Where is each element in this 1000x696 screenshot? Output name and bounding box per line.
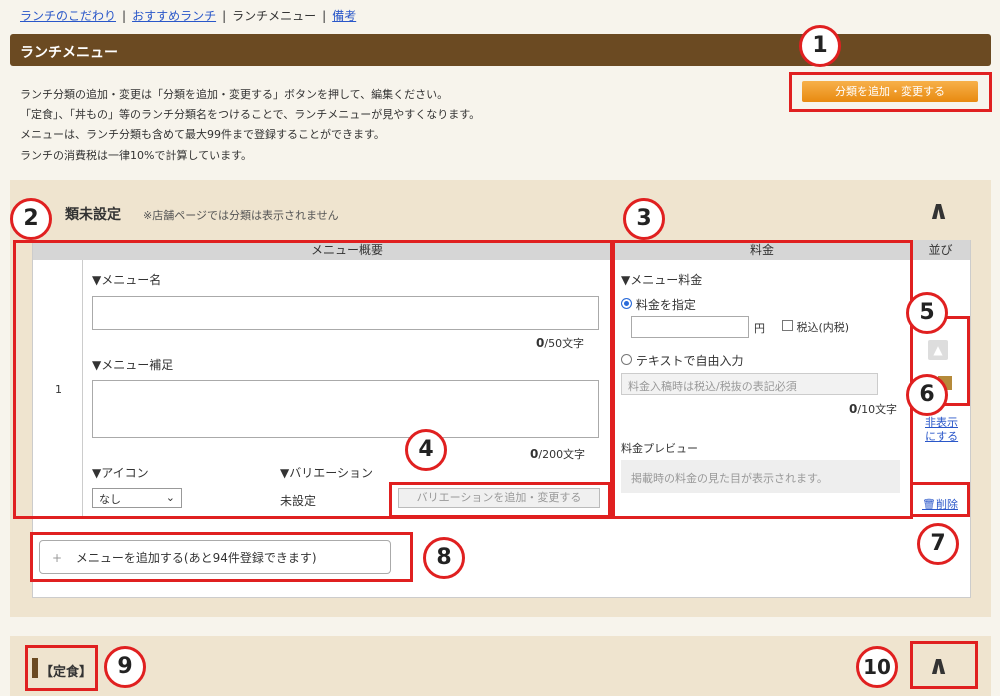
- annotation-box-delete: [910, 482, 970, 517]
- annotation-number: 1: [799, 25, 841, 67]
- note-line: メニューは、ランチ分類も含めて最大99件まで登録することができます。: [20, 128, 385, 141]
- note-line: ランチの消費税は一律10%で計算しています。: [20, 149, 253, 162]
- breadcrumb-link-recommended[interactable]: おすすめランチ: [132, 9, 216, 23]
- add-category-button[interactable]: 分類を追加・変更する: [802, 81, 978, 102]
- hide-link[interactable]: 非表示 にする: [925, 416, 958, 444]
- page-title: ランチメニュー: [10, 34, 991, 66]
- annotation-number: 4: [405, 429, 447, 471]
- breadcrumb-separator: |: [122, 9, 127, 23]
- annotation-number: 2: [10, 198, 52, 240]
- note-line: 「定食」、「丼もの」等のランチ分類名をつけることで、ランチメニューが見やすくなり…: [20, 108, 481, 121]
- note-line: ランチ分類の追加・変更は「分類を追加・変更する」ボタンを押して、編集ください。: [20, 88, 449, 101]
- annotation-box-collapse: [910, 641, 978, 689]
- table-header-order: 並び: [911, 240, 970, 260]
- breadcrumb: ランチのこだわり | おすすめランチ | ランチメニュー | 備考: [20, 7, 356, 24]
- annotation-box-category: [25, 645, 98, 691]
- breadcrumb-separator: |: [222, 9, 227, 23]
- section-title: 類未設定: [65, 207, 121, 223]
- annotation-box-add-menu: [30, 532, 413, 582]
- annotation-number: 10: [856, 646, 898, 688]
- annotation-number: 7: [917, 523, 959, 565]
- section-subtitle: ※店舗ページでは分類は表示されません: [143, 209, 339, 222]
- hide-link-line2: にする: [925, 430, 959, 443]
- collapse-chevron-icon[interactable]: ∧: [928, 196, 949, 226]
- annotation-number: 5: [906, 292, 948, 334]
- annotation-number: 8: [423, 537, 465, 579]
- breadcrumb-separator: |: [322, 9, 327, 23]
- breadcrumb-link-notes[interactable]: 備考: [332, 9, 356, 23]
- lunch-category-section-2: [10, 636, 991, 696]
- hide-link-line1: 非表示: [925, 416, 958, 429]
- annotation-box-price: [612, 240, 913, 519]
- breadcrumb-current: ランチメニュー: [232, 9, 317, 23]
- annotation-number: 3: [623, 198, 665, 240]
- annotation-box-variation: [389, 482, 611, 518]
- breadcrumb-link-lunch-commitment[interactable]: ランチのこだわり: [20, 9, 116, 23]
- annotation-box-overview: [13, 240, 613, 519]
- annotation-number: 9: [104, 646, 146, 688]
- annotation-number: 6: [906, 374, 948, 416]
